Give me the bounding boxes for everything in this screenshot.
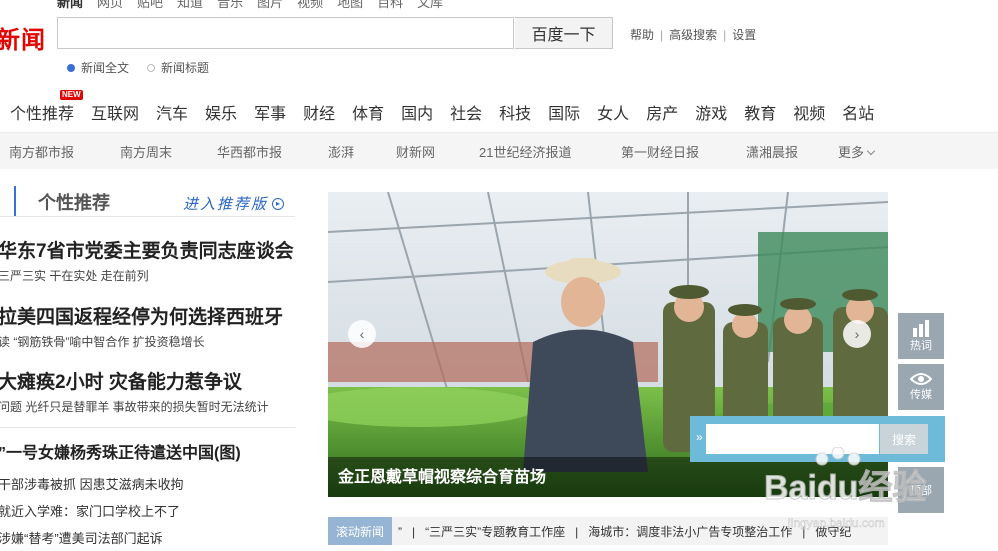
watermark-text: Baidu经验 <box>764 468 926 507</box>
media-label: 传媒 <box>910 389 932 401</box>
enter-recommend-link[interactable]: 进入推荐版 ▸ <box>183 193 285 214</box>
channel-wenku[interactable]: 文库 <box>417 0 443 10</box>
media-button[interactable]: 传媒 <box>898 364 944 410</box>
section-divider <box>0 427 295 428</box>
media-link[interactable]: 第一财经日报 <box>621 142 699 161</box>
baidu-jingyan-watermark: Baidu经验 jingyan.baidu.com <box>764 447 927 530</box>
headline-link[interactable]: 大瘫痪2小时 灾备能力惹争议 <box>0 367 242 394</box>
channel-images[interactable]: 图片 <box>257 0 283 10</box>
option-label: 新闻全文 <box>81 61 130 75</box>
tab-indicator <box>14 186 16 217</box>
media-link[interactable]: 财新网 <box>396 142 435 161</box>
hot-words-button[interactable]: 热词 <box>898 313 944 359</box>
headline-sub[interactable]: 读 “钢筋铁骨”喻中智合作 扩投资稳增长 <box>0 333 205 350</box>
cat-games[interactable]: 游戏 <box>695 100 727 124</box>
channel-zhidao[interactable]: 知道 <box>177 0 203 10</box>
channel-tieba[interactable]: 贴吧 <box>137 0 163 10</box>
channel-news[interactable]: 新闻 <box>57 0 83 10</box>
channel-map[interactable]: 地图 <box>337 0 363 10</box>
cat-world[interactable]: 国际 <box>548 100 580 124</box>
separator: | <box>412 524 416 539</box>
tab-underline <box>0 216 295 217</box>
headline-link[interactable]: 拉美四国返程经停为何选择西班牙 <box>0 302 283 329</box>
bar-chart-icon <box>913 320 929 337</box>
cat-auto[interactable]: 汽车 <box>156 100 188 124</box>
cat-house[interactable]: 房产 <box>646 100 678 124</box>
cat-women[interactable]: 女人 <box>597 100 629 124</box>
cat-video[interactable]: 视频 <box>793 100 825 124</box>
top-channel-nav: 新闻 网页 贴吧 知道 音乐 图片 视频 地图 百科 文库 <box>57 0 457 10</box>
media-source-bar: 南方都市报 南方周末 华西都市报 澎湃 财新网 21世纪经济报道 第一财经日报 … <box>0 132 998 169</box>
cat-internet[interactable]: 互联网 <box>91 100 139 124</box>
search-input[interactable] <box>57 17 514 49</box>
separator: | <box>660 28 664 42</box>
cat-label: 个性推荐 <box>10 106 75 123</box>
watermark-url: jingyan.baidu.com <box>787 516 885 530</box>
news-list-item[interactable]: 干部涉毒被抓 因患艾滋病未收拘 <box>0 474 184 493</box>
eye-icon <box>910 373 932 385</box>
channel-web[interactable]: 网页 <box>97 0 123 10</box>
radio-unchecked-icon <box>147 63 156 72</box>
cat-tech[interactable]: 科技 <box>499 100 531 124</box>
help-link[interactable]: 帮助 <box>630 28 654 42</box>
cat-finance[interactable]: 财经 <box>303 100 335 124</box>
circle-arrow-icon: ▸ <box>272 197 285 210</box>
carousel-caption[interactable]: 金正恩戴草帽视察综合育苗场 <box>338 463 546 487</box>
media-link[interactable]: 澎湃 <box>328 142 354 161</box>
ticker-label: 滚动新闻 <box>328 517 393 545</box>
new-badge: NEW <box>60 90 83 100</box>
cat-domestic[interactable]: 国内 <box>401 100 433 124</box>
radio-checked-icon <box>67 63 75 72</box>
media-link[interactable]: 南方周末 <box>120 142 172 161</box>
headline-sub[interactable]: 三严三实 干在实处 走在前列 <box>0 267 149 284</box>
search-links: 帮助 | 高级搜索 | 设置 <box>630 26 756 43</box>
news-list-item[interactable]: 就近入学难：家门口学校上不了 <box>0 501 180 520</box>
chevron-down-icon <box>866 146 876 156</box>
news-logo[interactable]: 新闻 <box>0 20 46 55</box>
headline-sub[interactable]: 问题 光纤只是替罪羊 事故带来的损失暂时无法统计 <box>0 398 269 415</box>
cat-sites[interactable]: 名站 <box>842 100 874 124</box>
cat-edu[interactable]: 教育 <box>744 100 776 124</box>
channel-video[interactable]: 视频 <box>297 0 323 10</box>
tab-personal-recommend[interactable]: 个性推荐 <box>38 189 110 215</box>
search-button[interactable]: 百度一下 <box>515 17 613 49</box>
carousel-prev-button[interactable]: ‹ <box>348 320 376 348</box>
news-list-item[interactable]: ”一号女嫌杨秀珠正待遣送中国(图) <box>0 439 241 463</box>
cat-military[interactable]: 军事 <box>254 100 286 124</box>
option-title[interactable]: 新闻标题 <box>147 59 209 76</box>
carousel-next-button[interactable]: › <box>843 320 871 348</box>
media-link[interactable]: 南方都市报 <box>9 142 74 161</box>
separator: | <box>575 524 579 539</box>
separator: | <box>723 28 727 42</box>
option-full-text[interactable]: 新闻全文 <box>67 59 129 76</box>
cat-personal[interactable]: 个性推荐 NEW <box>10 90 83 124</box>
more-label: 更多 <box>838 145 865 160</box>
ticker-item[interactable]: ” <box>398 525 402 539</box>
channel-baike[interactable]: 百科 <box>377 0 403 10</box>
enter-recommend-label: 进入推荐版 <box>183 196 269 213</box>
settings-link[interactable]: 设置 <box>732 28 756 42</box>
more-media-button[interactable]: 更多 <box>838 142 876 161</box>
channel-music[interactable]: 音乐 <box>217 0 243 10</box>
media-link[interactable]: 21世纪经济报道 <box>479 142 571 161</box>
cat-society[interactable]: 社会 <box>450 100 482 124</box>
advanced-search-link[interactable]: 高级搜索 <box>669 28 717 42</box>
ticker-item[interactable]: “三严三实”专题教育工作座 <box>425 525 565 539</box>
category-nav: 个性推荐 NEW 互联网 汽车 娱乐 军事 财经 体育 国内 社会 科技 国际 女… <box>0 90 998 128</box>
hot-words-label: 热词 <box>910 340 932 352</box>
media-link[interactable]: 华西都市报 <box>217 142 282 161</box>
double-chevron-icon: » <box>696 430 703 444</box>
headline-link[interactable]: 华东7省市党委主要负责同志座谈会 <box>0 236 294 263</box>
cat-ent[interactable]: 娱乐 <box>205 100 237 124</box>
media-link[interactable]: 潇湘晨报 <box>746 142 798 161</box>
option-label: 新闻标题 <box>161 61 210 75</box>
cat-sports[interactable]: 体育 <box>352 100 384 124</box>
search-scope-options: 新闻全文 新闻标题 <box>67 59 209 76</box>
news-list-item[interactable]: 涉嫌“替考”遭美司法部门起诉 <box>0 528 163 547</box>
